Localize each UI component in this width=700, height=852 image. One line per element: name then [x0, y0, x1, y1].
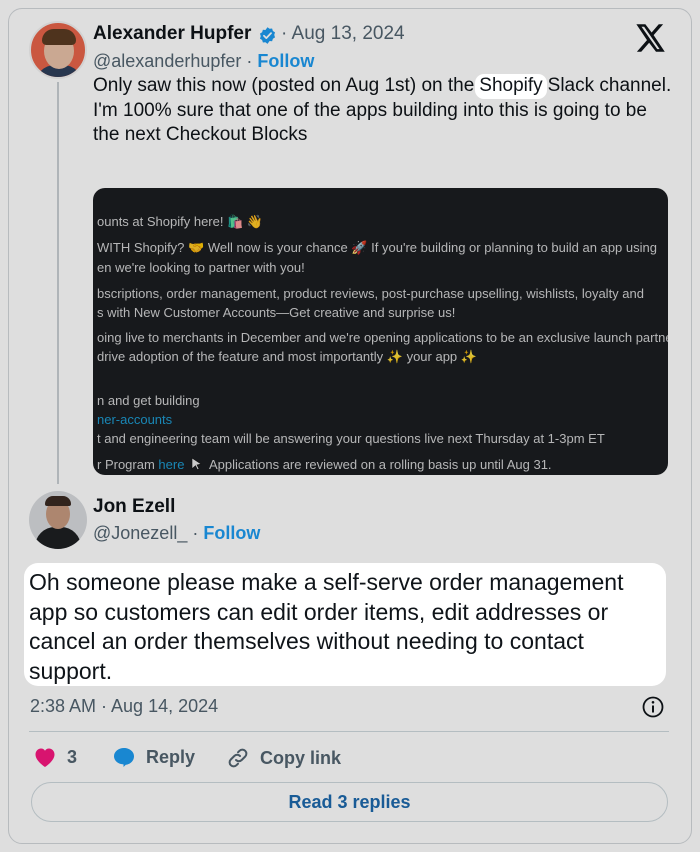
avatar-jon[interactable]	[29, 491, 87, 549]
embed-line: t and engineering team will be answering…	[97, 431, 605, 446]
embed-line: ounts at Shopify here! 🛍️ 👋	[97, 214, 264, 229]
like-count: 3	[67, 746, 78, 767]
read-replies-button[interactable]: Read 3 replies	[31, 782, 668, 822]
tweet-timestamp[interactable]: 2:38 AM · Aug 14, 2024	[30, 696, 218, 717]
tweet-text-part-2: Slack channel.	[547, 75, 672, 96]
embed-line: drive adoption of the feature and most i…	[97, 349, 477, 364]
heart-icon	[35, 748, 55, 767]
avatar-alexander[interactable]	[29, 21, 87, 79]
shopify-mention[interactable]: Shopify	[475, 74, 547, 99]
author-name[interactable]: Alexander Hupfer	[93, 23, 251, 45]
verified-badge-icon	[259, 27, 276, 44]
follow-button[interactable]: Follow	[257, 51, 314, 71]
follow-button[interactable]: Follow	[203, 523, 260, 543]
copy-link-button[interactable]: Copy link	[226, 746, 341, 770]
handle-text[interactable]: @alexanderhupfer	[93, 51, 241, 71]
tweet-date[interactable]: · Aug 13, 2024	[281, 23, 405, 45]
copy-link-label: Copy link	[260, 747, 342, 768]
info-icon[interactable]	[641, 695, 665, 719]
thread-line	[57, 82, 59, 484]
reply-button[interactable]: Reply	[112, 746, 195, 768]
tweet-text: Only saw this now (posted on Aug 1st) on…	[93, 74, 673, 148]
embed-line: en we're looking to partner with you!	[97, 260, 305, 275]
x-logo-icon[interactable]	[636, 24, 666, 52]
cursor-icon	[191, 457, 202, 471]
author-handle: @alexanderhupfer · Follow	[93, 51, 315, 71]
embed-line: oing live to merchants in December and w…	[97, 330, 668, 345]
embed-link: ner-accounts	[97, 412, 173, 427]
author-name[interactable]: Jon Ezell	[93, 496, 175, 518]
embed-line: r Program here Applications are reviewed…	[97, 457, 552, 472]
highlighted-tweet-text: Oh someone please make a self-serve orde…	[24, 563, 666, 686]
reply-bubble-icon	[114, 748, 134, 767]
embed-link: here	[158, 457, 185, 472]
reply-label: Reply	[146, 746, 196, 767]
embed-line: s with New Customer Accounts—Get creativ…	[97, 305, 456, 320]
tweet-text-part-3: I'm 100% sure that one of the apps build…	[93, 99, 647, 146]
embed-line: WITH Shopify? 🤝 Well now is your chance …	[97, 240, 657, 255]
embed-text: r Program	[97, 457, 155, 472]
embed-text: Applications are reviewed on a rolling b…	[208, 457, 552, 472]
like-button[interactable]: 3	[33, 746, 77, 768]
divider	[29, 731, 669, 732]
link-icon	[228, 748, 248, 768]
embed-line: bscriptions, order management, product r…	[97, 286, 644, 301]
slack-screenshot-image[interactable]: ounts at Shopify here! 🛍️ 👋 WITH Shopify…	[93, 188, 668, 475]
embed-line: n and get building	[97, 393, 200, 408]
author-handle: @Jonezell_ · Follow	[93, 523, 261, 543]
handle-text[interactable]: @Jonezell_	[93, 523, 187, 543]
tweet-text-part-1: Only saw this now (posted on Aug 1st) on…	[93, 75, 475, 96]
